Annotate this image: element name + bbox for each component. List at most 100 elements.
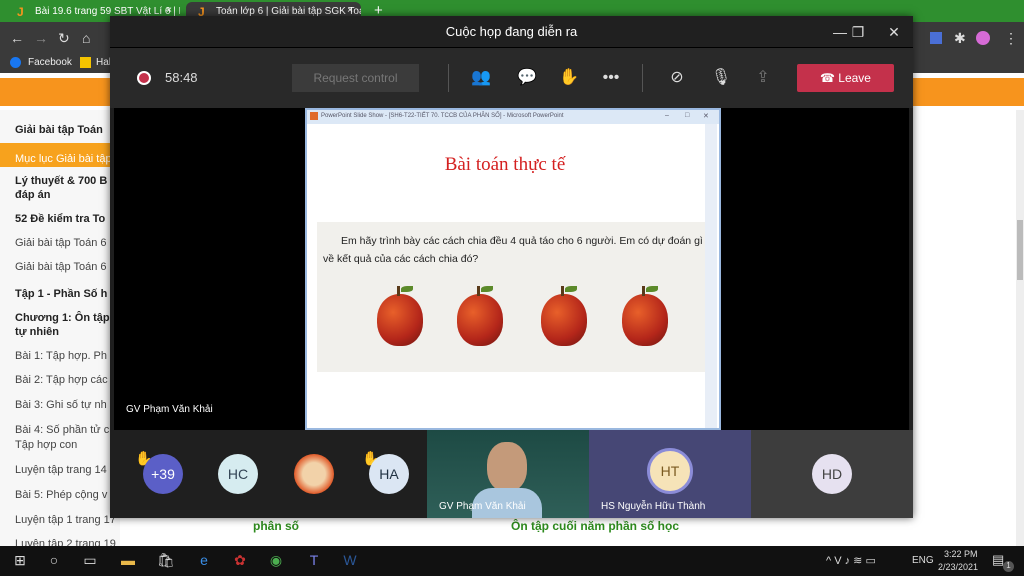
forward-icon[interactable]: → <box>34 30 48 46</box>
home-icon[interactable]: ⌂ <box>82 30 90 46</box>
back-icon[interactable]: ← <box>10 30 24 46</box>
sidebar-item[interactable]: Luyện tập trang 14 <box>15 463 120 477</box>
sidebar-item[interactable]: đáp án <box>15 188 120 202</box>
sidebar-item[interactable]: Bài 4: Số phần tử c <box>15 423 120 437</box>
sidebar-item[interactable]: Bài 5: Phép cộng v <box>15 488 120 502</box>
clock-time[interactable]: 3:22 PM <box>944 549 978 559</box>
sidebar-item[interactable]: Chương 1: Ôn tập <box>15 311 120 325</box>
shared-screen: PowerPoint Slide Show - [SH6-T22-TIẾT 70… <box>114 108 909 430</box>
sidebar-item[interactable]: Tập 1 - Phần Số h <box>15 287 120 301</box>
language-indicator[interactable]: ENG <box>912 555 934 566</box>
minimize-icon[interactable]: – <box>665 112 669 119</box>
windows-start-icon[interactable]: ⊞ <box>8 552 32 569</box>
extension-icon[interactable] <box>930 32 942 44</box>
avatar[interactable]: HC <box>218 454 258 494</box>
site-sidebar: Giải bài tập Toán Mục lục Giải bài tập Lý … <box>0 110 120 550</box>
sidebar-item[interactable]: tự nhiên <box>15 325 120 339</box>
chrome-icon[interactable]: ◉ <box>264 552 288 569</box>
restore-icon[interactable]: ❐ <box>840 16 876 48</box>
menu-icon[interactable]: ⋮ <box>1004 30 1018 47</box>
slide-text: Em hãy trình bày các cách chia đều 4 quả… <box>323 235 703 265</box>
close-icon[interactable]: ✕ <box>703 112 709 120</box>
teams-meeting-window: Cuộc họp đang diễn ra — ❐ ✕ 58:48 Reques… <box>110 16 913 518</box>
sidebar-item[interactable]: Luyện tập 1 trang 17 <box>15 513 120 527</box>
sidebar-item[interactable]: Lý thuyết & 700 B <box>15 174 120 188</box>
apple-image <box>622 286 668 346</box>
participant-strip: ✋ +39 HC ✋ HA GV Phạm Văn Khải HT HS Ngu… <box>110 430 913 518</box>
apple-image <box>541 286 587 346</box>
app-icon[interactable]: ✿ <box>228 552 252 569</box>
bookmark-favicon-icon <box>80 57 91 68</box>
task-view-icon[interactable]: ▭ <box>78 552 102 569</box>
powerpoint-title: PowerPoint Slide Show - [SH6-T22-TIẾT 70… <box>321 113 564 119</box>
video-tile[interactable]: HD <box>751 430 913 518</box>
avatar-image[interactable] <box>294 454 334 494</box>
system-tray-icons[interactable]: ^ V ♪ ≋ ▭ <box>826 554 876 567</box>
video-tile[interactable]: GV Phạm Văn Khải <box>427 430 589 518</box>
content-link[interactable]: Ôn tập cuối năm phần số học <box>511 519 679 533</box>
chat-icon[interactable]: 💬 <box>514 66 540 90</box>
windows-taskbar: ⊞ ○ ▭ ▬ 🛍 e ✿ ◉ T W ^ V ♪ ≋ ▭ ENG 3:22 P… <box>0 546 1024 576</box>
divider <box>642 64 643 92</box>
powerpoint-titlebar: PowerPoint Slide Show - [SH6-T22-TIẾT 70… <box>307 110 719 124</box>
close-icon[interactable]: ✕ <box>876 16 912 48</box>
maximize-icon[interactable]: □ <box>685 112 689 119</box>
bookmark-facebook[interactable]: Facebook <box>28 57 72 68</box>
sidebar-item[interactable]: Giải bài tập Toán <box>15 123 120 137</box>
leave-button[interactable]: ☎ Leave <box>797 64 894 92</box>
teams-icon[interactable]: T <box>302 552 326 568</box>
slide-heading: Bài toán thực tế <box>444 154 566 175</box>
facebook-icon <box>10 57 21 68</box>
presenter-name: GV Phạm Văn Khải <box>126 404 213 415</box>
favicon-icon: J <box>17 5 24 19</box>
puzzle-icon[interactable]: ✱ <box>954 30 966 47</box>
participants-icon[interactable]: 👥 <box>468 66 494 90</box>
request-control-button[interactable]: Request control <box>292 64 419 92</box>
participant-name: GV Phạm Văn Khải <box>439 501 526 512</box>
page-scrollbar[interactable] <box>1016 110 1024 546</box>
edge-icon[interactable]: e <box>192 552 216 568</box>
share-screen-icon[interactable]: ⇪ <box>750 66 776 90</box>
slide-scrollbar[interactable] <box>705 124 717 428</box>
clock-date[interactable]: 2/23/2021 <box>938 562 978 572</box>
camera-off-icon[interactable]: ⊘ <box>664 66 690 90</box>
more-participants-button[interactable]: +39 <box>143 454 183 494</box>
participant-name: HS Nguyễn Hữu Thành <box>601 501 706 512</box>
mic-off-icon[interactable]: 🎙 <box>708 66 734 90</box>
close-icon[interactable]: × <box>347 5 353 16</box>
slide-problem: Em hãy trình bày các cách chia đều 4 quả… <box>317 222 705 372</box>
avatar[interactable] <box>976 31 990 45</box>
reload-icon[interactable]: ↻ <box>58 30 70 47</box>
sidebar-item[interactable]: 52 Đề kiểm tra To <box>15 212 120 226</box>
raise-hand-icon[interactable]: ✋ <box>556 66 582 90</box>
avatar: HD <box>812 454 852 494</box>
sidebar-item[interactable]: Mục lục Giải bài tập <box>15 152 120 166</box>
content-link[interactable]: phân số <box>253 519 299 533</box>
leave-label: Leave <box>838 71 871 85</box>
store-icon[interactable]: 🛍 <box>154 552 178 569</box>
avatar[interactable]: HA <box>369 454 409 494</box>
sidebar-item[interactable]: Bài 1: Tập hợp. Ph <box>15 349 120 363</box>
more-options-icon[interactable]: ••• <box>598 66 624 90</box>
meeting-toolbar: 58:48 Request control 👥 💬 ✋ ••• ⊘ 🎙 ⇪ ☎ … <box>110 48 913 108</box>
recording-icon <box>137 71 151 85</box>
apple-image <box>377 286 423 346</box>
search-icon[interactable]: ○ <box>42 552 66 568</box>
meeting-timer: 58:48 <box>165 70 198 85</box>
file-explorer-icon[interactable]: ▬ <box>116 552 140 568</box>
bookmark-hal[interactable]: Hal <box>96 57 111 68</box>
sidebar-item[interactable]: Bài 2: Tập hợp các <box>15 373 120 387</box>
participant-video <box>487 442 527 492</box>
video-tile[interactable]: HT HS Nguyễn Hữu Thành <box>589 430 751 518</box>
sidebar-item[interactable]: Giải bài tập Toán 6 <box>15 236 120 250</box>
notification-badge: 1 <box>1003 561 1014 572</box>
powerpoint-window: PowerPoint Slide Show - [SH6-T22-TIẾT 70… <box>305 108 721 430</box>
sidebar-item[interactable]: Bài 3: Ghi số tự nh <box>15 398 120 412</box>
word-icon[interactable]: W <box>338 552 362 568</box>
avatar: HT <box>647 448 693 494</box>
divider <box>448 64 449 92</box>
powerpoint-icon <box>310 112 318 120</box>
sidebar-item[interactable]: Giải bài tập Toán 6 <box>15 260 120 274</box>
sidebar-item[interactable]: Tập hợp con <box>15 438 120 452</box>
close-icon[interactable]: × <box>166 5 172 16</box>
